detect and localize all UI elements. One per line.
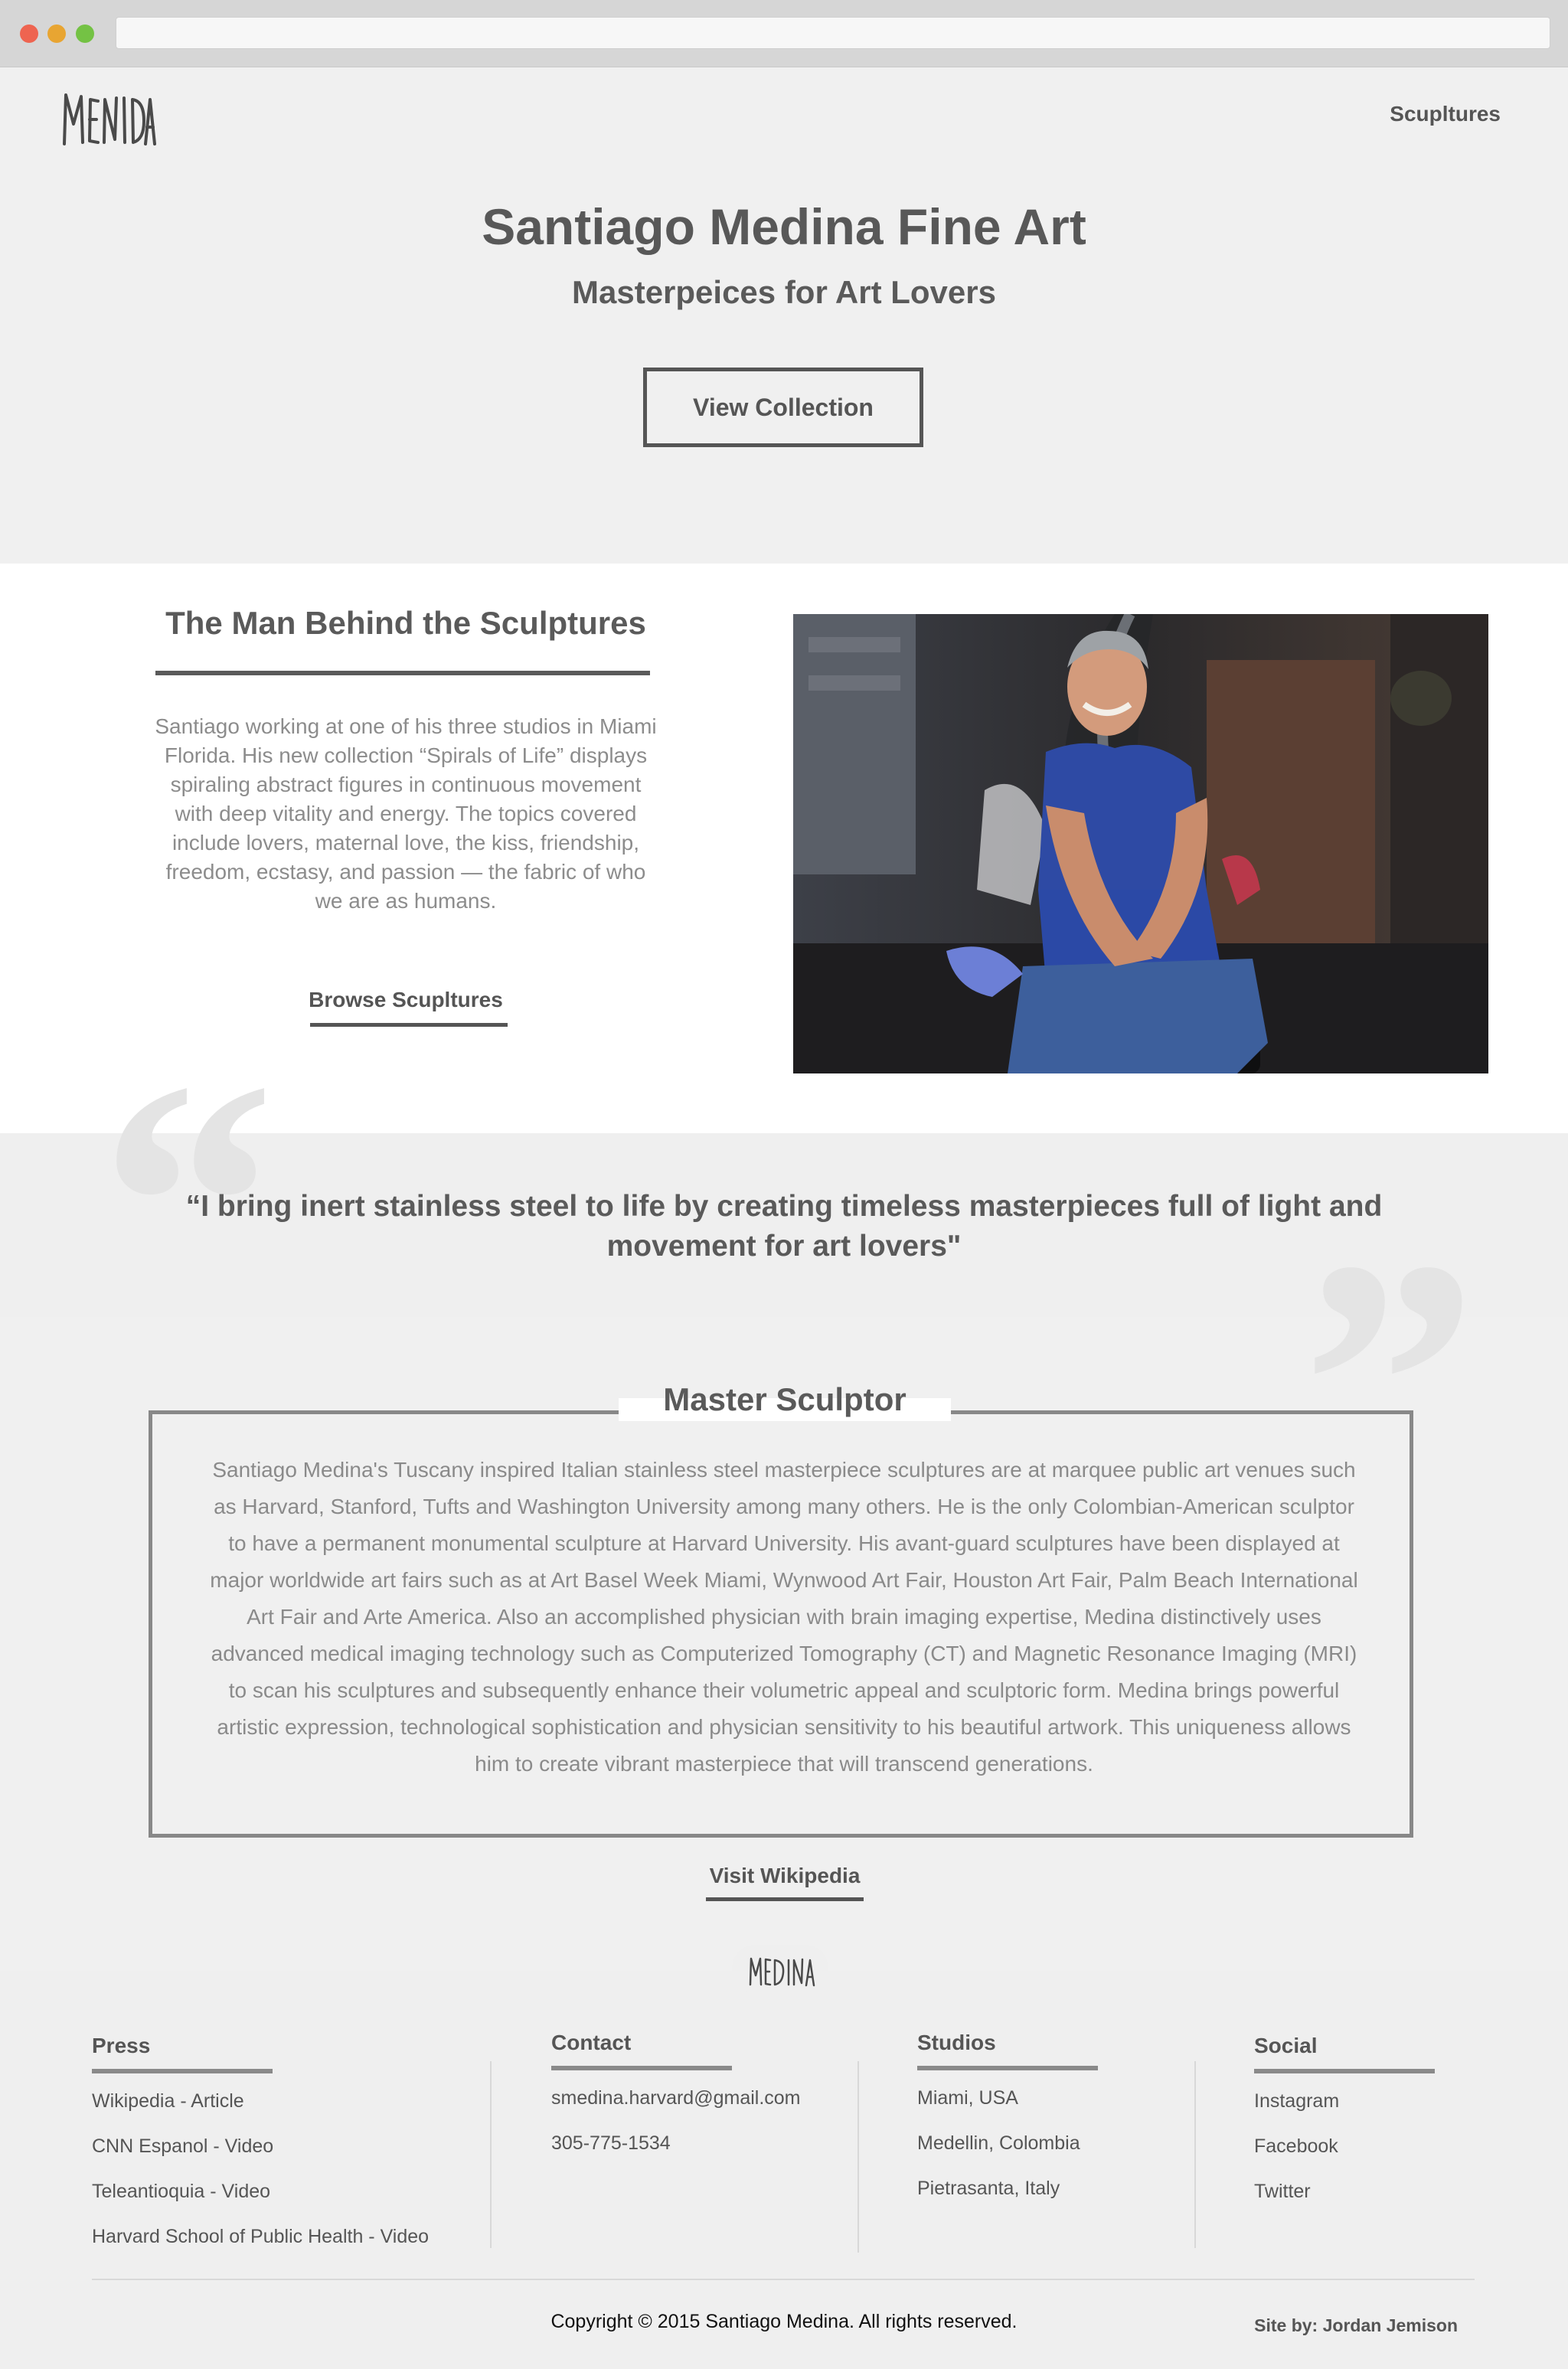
- footer-link-cnn[interactable]: CNN Espanol - Video: [92, 2135, 429, 2181]
- footer-link-instagram[interactable]: Instagram: [1254, 2090, 1435, 2135]
- wikipedia-link-underline: [706, 1897, 864, 1901]
- copyright-text: Copyright © 2015 Santiago Medina. All ri…: [550, 2311, 1018, 2332]
- minimize-window-icon[interactable]: [47, 25, 66, 43]
- footer-link-wikipedia[interactable]: Wikipedia - Article: [92, 2090, 429, 2135]
- address-bar[interactable]: [116, 17, 1550, 49]
- view-collection-button[interactable]: View Collection: [643, 368, 923, 447]
- footer-contact-email[interactable]: smedina.harvard@gmail.com: [551, 2087, 801, 2132]
- footer-studios-heading: Studios: [917, 2031, 996, 2054]
- master-sculptor-text: Santiago Medina's Tuscany inspired Itali…: [210, 1458, 1358, 1776]
- footer-link-harvard[interactable]: Harvard School of Public Health - Video: [92, 2226, 429, 2271]
- footer-divider: [92, 2279, 1475, 2280]
- master-sculptor-title: Master Sculptor: [663, 1381, 906, 1417]
- nav-sculptures-link[interactable]: Scupltures: [1390, 102, 1501, 126]
- footer-link-facebook[interactable]: Facebook: [1254, 2135, 1435, 2181]
- footer-studio-medellin: Medellin, Colombia: [917, 2132, 1080, 2154]
- footer-link-teleantioquia[interactable]: Teleantioquia - Video: [92, 2181, 429, 2226]
- footer-contact-heading: Contact: [551, 2031, 632, 2054]
- maximize-window-icon[interactable]: [76, 25, 94, 43]
- footer-studios-column: Studios Miami, USA Medellin, Colombia Pi…: [917, 2031, 1098, 2223]
- about-text: Santiago working at one of his three stu…: [155, 714, 657, 913]
- page-title: Santiago Medina Fine Art: [482, 198, 1086, 255]
- hero-section: Scupltures Santiago Medina Fine Art Mast…: [0, 67, 1568, 564]
- footer-logo-badge: [732, 1945, 828, 1994]
- browse-link-underline: [310, 1023, 508, 1027]
- quote-text: “I bring inert stainless steel to life b…: [185, 1190, 1383, 1263]
- visit-wikipedia-link[interactable]: Visit Wikipedia: [674, 1864, 896, 1888]
- footer-studio-miami: Miami, USA: [917, 2087, 1018, 2109]
- site-logo[interactable]: [61, 89, 156, 152]
- browser-chrome: [0, 0, 1568, 67]
- footer-social-column: Social Instagram Facebook Twitter: [1254, 2034, 1435, 2226]
- footer-logo[interactable]: [732, 1945, 828, 1994]
- footer-contact-column: Contact smedina.harvard@gmail.com 305-77…: [551, 2031, 801, 2178]
- footer-link-twitter[interactable]: Twitter: [1254, 2181, 1435, 2226]
- footer-press-heading: Press: [92, 2034, 151, 2057]
- footer-social-heading: Social: [1254, 2034, 1318, 2057]
- footer-contact-phone[interactable]: 305-775-1534: [551, 2132, 801, 2178]
- hero-subtitle: Masterpeices for Art Lovers: [572, 274, 996, 310]
- browse-sculptures-link[interactable]: Browse Scupltures: [291, 988, 521, 1012]
- close-window-icon[interactable]: [20, 25, 38, 43]
- about-heading: The Man Behind the Sculptures: [165, 605, 646, 641]
- footer-studio-pietrasanta: Pietrasanta, Italy: [917, 2178, 1060, 2199]
- artist-photo: [793, 614, 1488, 1073]
- footer-press-column: Press Wikipedia - Article CNN Espanol - …: [92, 2034, 429, 2271]
- about-divider: [155, 671, 650, 675]
- site-credit-link[interactable]: Site by: Jordan Jemison: [1254, 2315, 1458, 2336]
